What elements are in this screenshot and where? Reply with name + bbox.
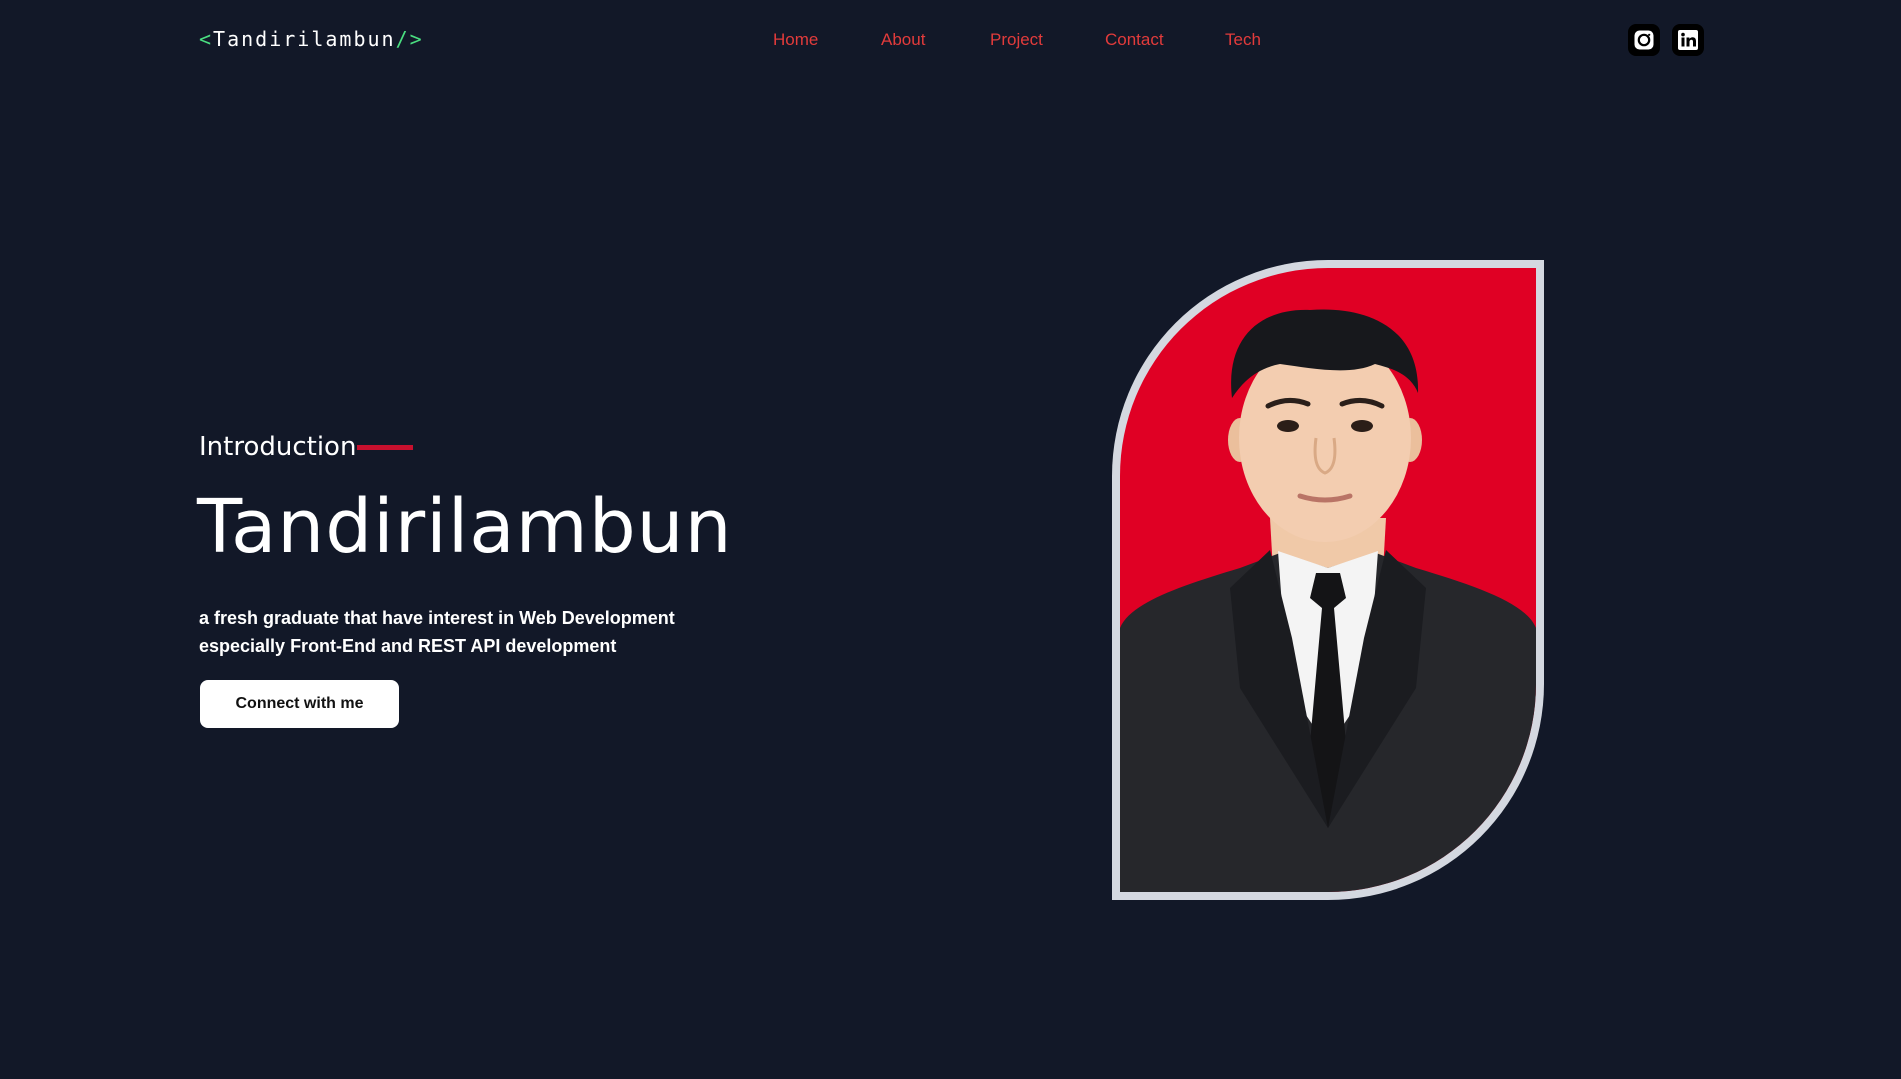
- portrait-photo: [1120, 268, 1536, 892]
- portrait-illustration: [1120, 309, 1536, 892]
- page: <Tandirilambun/> Home About Project Cont…: [0, 0, 1901, 1079]
- portrait-frame: [1112, 260, 1544, 900]
- intro-accent-line: [357, 445, 413, 450]
- nav-home[interactable]: Home: [773, 28, 818, 52]
- nav-contact[interactable]: Contact: [1105, 28, 1164, 52]
- instagram-icon: [1634, 30, 1654, 50]
- description-line-2: especially Front-End and REST API develo…: [199, 636, 617, 656]
- main-nav: Home About Project Contact Tech: [0, 28, 1901, 52]
- connect-button[interactable]: Connect with me: [200, 680, 399, 728]
- linkedin-icon: [1678, 30, 1698, 50]
- description-line-1: a fresh graduate that have interest in W…: [199, 608, 675, 628]
- nav-about[interactable]: About: [881, 28, 925, 52]
- hero-description: a fresh graduate that have interest in W…: [199, 604, 719, 660]
- nav-project[interactable]: Project: [990, 28, 1043, 52]
- linkedin-link[interactable]: [1672, 24, 1704, 56]
- hero-name: Tandirilambun: [197, 484, 733, 570]
- nav-tech[interactable]: Tech: [1225, 28, 1261, 52]
- intro-label: Introduction: [199, 432, 357, 462]
- instagram-link[interactable]: [1628, 24, 1660, 56]
